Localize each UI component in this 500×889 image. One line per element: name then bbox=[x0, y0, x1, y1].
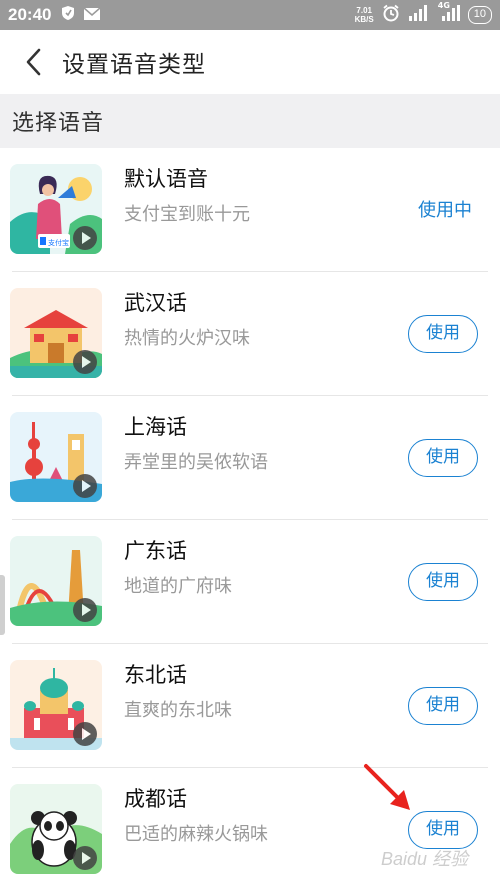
play-icon[interactable] bbox=[73, 598, 97, 622]
watermark: Baidu 经验 bbox=[380, 849, 468, 869]
play-icon[interactable] bbox=[73, 474, 97, 498]
nav-bar: 设置语音类型 bbox=[0, 30, 500, 94]
shanghai-voice-thumbnail[interactable] bbox=[10, 412, 102, 502]
voice-desc: 直爽的东北味 bbox=[124, 700, 232, 721]
play-icon[interactable] bbox=[73, 226, 97, 250]
cantonese-voice-thumbnail[interactable] bbox=[10, 536, 102, 626]
in-use-label: 使用中 bbox=[418, 200, 472, 221]
shield-icon bbox=[61, 5, 75, 25]
section-header: 选择语音 bbox=[0, 94, 500, 148]
voice-item-cantonese: 广东话 地道的广府味 使用 bbox=[0, 520, 500, 644]
chevron-left-icon[interactable] bbox=[8, 30, 58, 94]
play-icon[interactable] bbox=[73, 722, 97, 746]
network-speed: 7.01 KB/S bbox=[355, 6, 374, 24]
chengdu-voice-thumbnail[interactable] bbox=[10, 784, 102, 874]
alipay-badge: 支付宝 bbox=[48, 238, 69, 247]
play-icon[interactable] bbox=[73, 350, 97, 374]
play-icon[interactable] bbox=[73, 846, 97, 870]
section-title: 选择语音 bbox=[12, 111, 105, 136]
use-button[interactable]: 使用 bbox=[408, 315, 478, 353]
voice-item-northeast: 东北话 直爽的东北味 使用 bbox=[0, 644, 500, 768]
use-button[interactable]: 使用 bbox=[408, 439, 478, 477]
signal-4g-icon: 4G bbox=[438, 1, 460, 25]
battery-indicator: 10 bbox=[467, 6, 492, 24]
status-bar: 20:40 7.01 KB/S 4G 10 bbox=[0, 0, 500, 30]
voice-item-default: 支付宝 默认语音 支付宝到账十元 使用中 bbox=[0, 148, 500, 272]
side-drawer-handle[interactable] bbox=[0, 575, 5, 635]
use-button[interactable]: 使用 bbox=[408, 687, 478, 725]
speed-unit: KB/S bbox=[354, 15, 374, 24]
voice-item-wuhan: 武汉话 热情的火炉汉味 使用 bbox=[0, 272, 500, 396]
voice-name: 东北话 bbox=[124, 663, 187, 687]
alarm-icon bbox=[382, 4, 400, 26]
default-voice-thumbnail[interactable]: 支付宝 bbox=[10, 164, 102, 254]
voice-name: 默认语音 bbox=[124, 167, 208, 191]
voice-name: 成都话 bbox=[124, 787, 187, 811]
voice-item-shanghai: 上海话 弄堂里的吴侬软语 使用 bbox=[0, 396, 500, 520]
network-type: 4G bbox=[437, 1, 450, 10]
signal-icon bbox=[408, 5, 430, 25]
speed-value: 7.01 bbox=[356, 6, 372, 15]
voice-name: 武汉话 bbox=[124, 291, 187, 315]
wuhan-voice-thumbnail[interactable] bbox=[10, 288, 102, 378]
voice-desc: 巴适的麻辣火锅味 bbox=[124, 824, 268, 845]
status-time: 20:40 bbox=[8, 5, 52, 24]
northeast-voice-thumbnail[interactable] bbox=[10, 660, 102, 750]
voice-list: 支付宝 默认语音 支付宝到账十元 使用中 武汉话 热情的火炉汉味 使用 上海话 … bbox=[0, 148, 500, 889]
voice-desc: 地道的广府味 bbox=[124, 576, 232, 597]
page-title: 设置语音类型 bbox=[62, 52, 206, 78]
voice-name: 广东话 bbox=[124, 539, 187, 563]
mail-icon bbox=[83, 6, 101, 25]
voice-desc: 热情的火炉汉味 bbox=[124, 328, 250, 349]
voice-desc: 弄堂里的吴侬软语 bbox=[124, 452, 268, 473]
use-button[interactable]: 使用 bbox=[408, 563, 478, 601]
voice-desc: 支付宝到账十元 bbox=[124, 204, 250, 225]
voice-name: 上海话 bbox=[124, 415, 187, 439]
annotation-arrow bbox=[364, 764, 410, 810]
